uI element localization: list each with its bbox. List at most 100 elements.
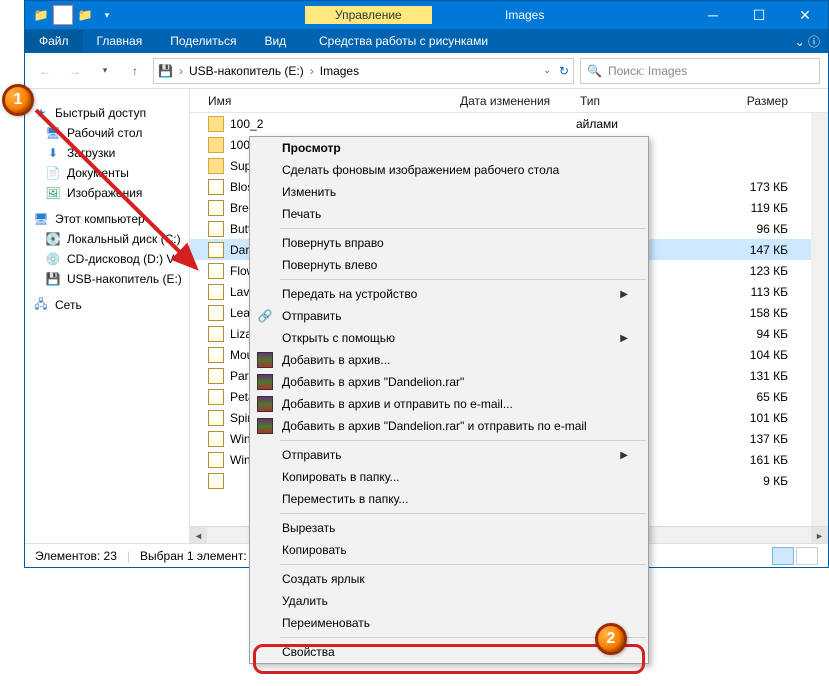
status-selection: Выбран 1 элемент: xyxy=(140,549,247,563)
sidebar-item-usbdrive[interactable]: 💾USB-накопитель (E:) xyxy=(25,269,189,289)
col-type[interactable]: Тип xyxy=(580,94,660,108)
close-button[interactable]: ✕ xyxy=(782,1,828,29)
sidebar-item-localdisk[interactable]: 💽Локальный диск (C:) xyxy=(25,229,189,249)
col-name[interactable]: Имя xyxy=(190,94,460,108)
thumbnails-view-button[interactable] xyxy=(796,547,818,565)
star-icon: ★ xyxy=(33,105,49,121)
file-size: 158 КБ xyxy=(656,306,828,320)
ctx-rename[interactable]: Переименовать xyxy=(250,612,648,634)
quick-access-section[interactable]: ★Быстрый доступ xyxy=(25,103,189,123)
vertical-scrollbar[interactable] xyxy=(811,113,828,526)
image-file-icon xyxy=(208,410,224,426)
pc-icon: 🖥 xyxy=(33,211,49,227)
view-tab[interactable]: Вид xyxy=(250,30,300,52)
sidebar-item-cddrive[interactable]: 💿CD-дисковод (D:) V xyxy=(25,249,189,269)
ctx-delete[interactable]: Удалить xyxy=(250,590,648,612)
sidebar-item-documents[interactable]: 📄Документы xyxy=(25,163,189,183)
qat-dropdown-icon[interactable]: ▾ xyxy=(97,5,117,25)
ctx-rar-add-name[interactable]: Добавить в архив "Dandelion.rar" xyxy=(250,371,648,393)
col-size[interactable]: Размер xyxy=(660,94,828,108)
sidebar-item-downloads[interactable]: ⬇Загрузки xyxy=(25,143,189,163)
drive-icon: 💾 xyxy=(158,64,173,78)
ctx-cast[interactable]: Передать на устройство▶ xyxy=(250,283,648,305)
breadcrumb[interactable]: 💾 › USB-накопитель (E:) › Images ⌄ ↻ xyxy=(153,58,574,84)
ctx-open-with[interactable]: Открыть с помощью▶ xyxy=(250,327,648,349)
winrar-icon xyxy=(256,373,274,391)
back-button[interactable]: ← xyxy=(33,59,57,83)
image-file-icon xyxy=(208,389,224,405)
contextual-tab-group: Управление xyxy=(305,8,432,22)
maximize-button[interactable]: ☐ xyxy=(736,1,782,29)
scroll-left-button[interactable]: ◄ xyxy=(190,527,207,543)
properties-qat-icon[interactable]: ☑ xyxy=(53,5,73,25)
drive-icon: 💽 xyxy=(45,231,61,247)
scroll-right-button[interactable]: ► xyxy=(811,527,828,543)
file-size: 9 КБ xyxy=(656,474,828,488)
image-file-icon xyxy=(208,326,224,342)
documents-icon: 📄 xyxy=(45,165,61,181)
this-pc-section[interactable]: 🖥Этот компьютер xyxy=(25,209,189,229)
network-section[interactable]: 🖧Сеть xyxy=(25,295,189,315)
file-size: 104 КБ xyxy=(656,348,828,362)
chevron-right-icon[interactable]: › xyxy=(175,64,187,78)
file-size: 131 КБ xyxy=(656,369,828,383)
address-dropdown-icon[interactable]: ⌄ xyxy=(543,65,551,76)
ctx-copy[interactable]: Копировать xyxy=(250,539,648,561)
ctx-sendto[interactable]: Отправить▶ xyxy=(250,444,648,466)
ctx-copyto[interactable]: Копировать в папку... xyxy=(250,466,648,488)
ctx-rar-add[interactable]: Добавить в архив... xyxy=(250,349,648,371)
search-input[interactable]: 🔍 Поиск: Images xyxy=(580,58,820,84)
ctx-set-background[interactable]: Сделать фоновым изображением рабочего ст… xyxy=(250,159,648,181)
search-placeholder: Поиск: Images xyxy=(608,64,687,78)
separator xyxy=(280,228,646,229)
ctx-edit[interactable]: Изменить xyxy=(250,181,648,203)
ctx-rar-email-name[interactable]: Добавить в архив "Dandelion.rar" и отпра… xyxy=(250,415,648,437)
winrar-icon xyxy=(256,395,274,413)
recent-locations-icon[interactable]: ▾ xyxy=(93,59,117,83)
usb-icon: 💾 xyxy=(45,271,61,287)
folder-icon xyxy=(208,158,224,174)
home-tab[interactable]: Главная xyxy=(83,30,157,52)
ctx-moveto[interactable]: Переместить в папку... xyxy=(250,488,648,510)
ctx-sendto-top[interactable]: 🔗Отправить xyxy=(250,305,648,327)
refresh-icon[interactable]: ↻ xyxy=(559,64,569,78)
image-file-icon xyxy=(208,431,224,447)
ribbon-collapse-icon[interactable]: ⌄ ⓘ xyxy=(795,33,820,50)
ctx-rotate-right[interactable]: Повернуть вправо xyxy=(250,232,648,254)
image-file-icon xyxy=(208,179,224,195)
sidebar-item-pictures[interactable]: 🖼Изображения xyxy=(25,183,189,203)
ctx-rar-email[interactable]: Добавить в архив и отправить по e-mail..… xyxy=(250,393,648,415)
folder-icon xyxy=(208,137,224,153)
share-tab[interactable]: Поделиться xyxy=(156,30,250,52)
folder-icon: 📁 xyxy=(31,5,51,25)
image-file-icon xyxy=(208,305,224,321)
ctx-cut[interactable]: Вырезать xyxy=(250,517,648,539)
up-button[interactable]: ↑ xyxy=(123,59,147,83)
minimize-button[interactable]: ─ xyxy=(690,1,736,29)
ctx-rotate-left[interactable]: Повернуть влево xyxy=(250,254,648,276)
file-menu[interactable]: Файл xyxy=(25,30,83,52)
forward-button[interactable]: → xyxy=(63,59,87,83)
new-folder-qat-icon[interactable]: 📁 xyxy=(75,5,95,25)
breadcrumb-item[interactable]: Images xyxy=(320,64,359,78)
picture-tools-tab[interactable]: Средства работы с рисунками xyxy=(305,30,502,52)
image-file-icon xyxy=(208,200,224,216)
image-file-icon xyxy=(208,368,224,384)
ribbon-tabs: Файл Главная Поделиться Вид Средства раб… xyxy=(25,29,828,53)
breadcrumb-item[interactable]: USB-накопитель (E:) xyxy=(189,64,304,78)
table-row[interactable]: 100_2айлами xyxy=(190,113,828,134)
annotation-badge-1: 1 xyxy=(2,84,34,116)
ctx-view[interactable]: Просмотр xyxy=(250,137,648,159)
ctx-print[interactable]: Печать xyxy=(250,203,648,225)
file-size: 119 КБ xyxy=(656,201,828,215)
image-file-icon xyxy=(208,242,224,258)
chevron-right-icon[interactable]: › xyxy=(306,64,318,78)
col-date[interactable]: Дата изменения xyxy=(460,94,580,108)
submenu-arrow-icon: ▶ xyxy=(620,333,628,344)
ctx-shortcut[interactable]: Создать ярлык xyxy=(250,568,648,590)
file-size: 65 КБ xyxy=(656,390,828,404)
sidebar-item-desktop[interactable]: 🖥Рабочий стол xyxy=(25,123,189,143)
file-size: 113 КБ xyxy=(656,285,828,299)
submenu-arrow-icon: ▶ xyxy=(620,289,628,300)
details-view-button[interactable] xyxy=(772,547,794,565)
